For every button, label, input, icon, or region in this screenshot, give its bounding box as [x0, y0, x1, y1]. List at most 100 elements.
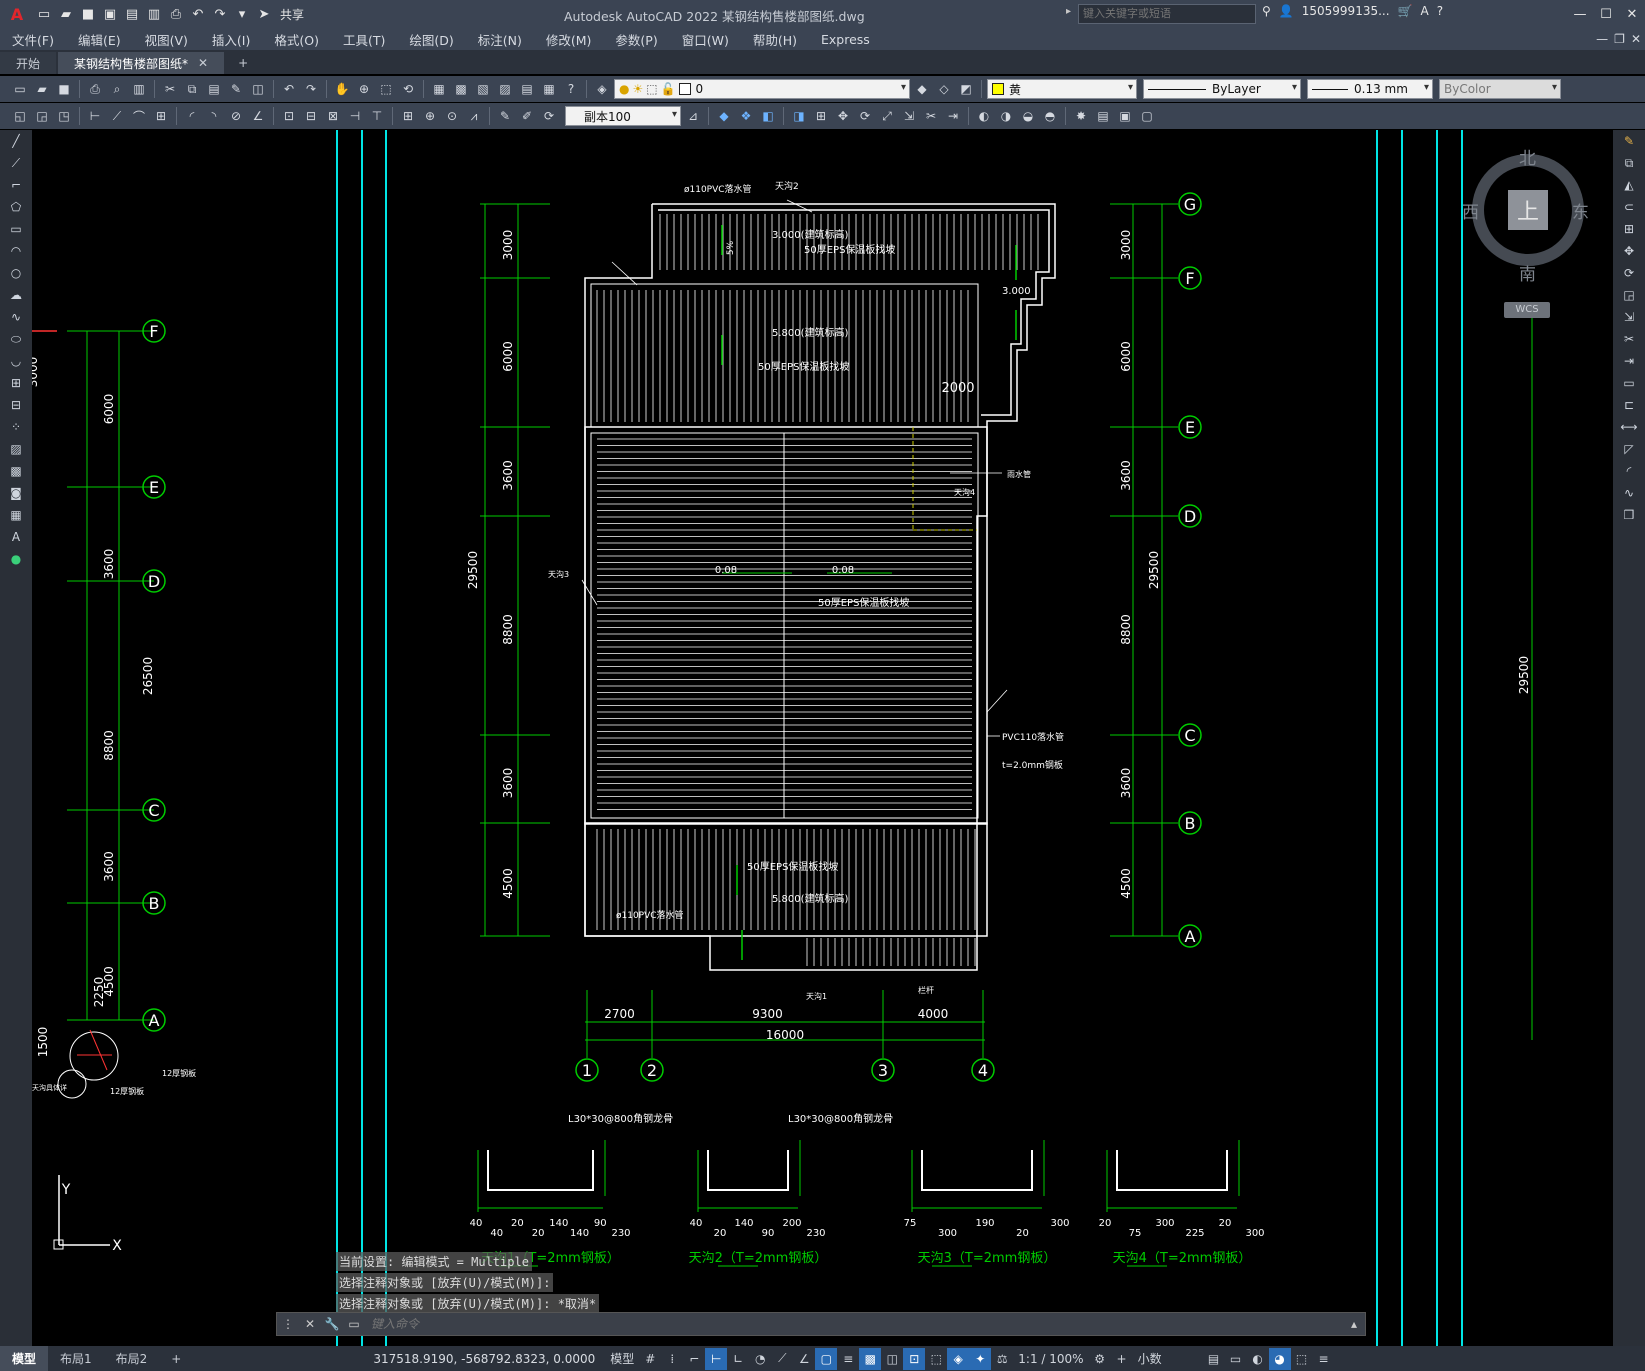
chevron-up-icon[interactable]: ▴ — [1343, 1313, 1365, 1335]
baseline-dim-icon[interactable]: ⊟ — [301, 106, 321, 126]
user-icon[interactable]: 👤 — [1279, 4, 1294, 18]
quick-dim-icon[interactable]: ⊡ — [279, 106, 299, 126]
new-icon[interactable]: ▭ — [10, 79, 30, 99]
chamfer-icon[interactable]: ◒ — [1018, 106, 1038, 126]
construction-line-icon[interactable]: ⟋ — [0, 152, 32, 174]
north-label[interactable]: 北 — [1519, 144, 1536, 169]
user-name[interactable]: 1505999135... — [1302, 4, 1390, 18]
explode-icon[interactable]: ❒ — [1613, 504, 1645, 526]
help-icon[interactable]: ? — [561, 79, 581, 99]
linetype-dropdown[interactable]: ByLayer ▾ — [1143, 79, 1301, 99]
make-current-layer-icon[interactable]: ◆ — [912, 79, 932, 99]
polygon-icon[interactable]: ⬠ — [0, 196, 32, 218]
coordinate-readout[interactable]: 317518.9190, -568792.8323, 0.0000 — [373, 1352, 595, 1366]
snap-icon[interactable]: ⁞ — [661, 1348, 683, 1370]
revision-cloud-icon[interactable]: ☁ — [0, 284, 32, 306]
autocad-logo[interactable]: A — [0, 0, 34, 28]
autodesk-app-icon[interactable]: A — [1421, 4, 1429, 18]
make-block-icon[interactable]: ⊟ — [0, 394, 32, 416]
customize-icon[interactable]: 🔧 — [321, 1313, 343, 1335]
add-layout-icon[interactable]: + — [159, 1346, 193, 1371]
diameter-dim-icon[interactable]: ⊘ — [226, 106, 246, 126]
drawing-canvas[interactable]: F E D C B A 6000 3600 8800 3600 4500 26500 2250 1500 3… — [32, 130, 1613, 1346]
sheet-set-icon[interactable]: ▨ — [495, 79, 515, 99]
array-icon[interactable]: ⊞ — [811, 106, 831, 126]
menu-item[interactable]: 视图(V) — [133, 30, 200, 49]
jogged-dim-icon[interactable]: ◝ — [204, 106, 224, 126]
copy-icon[interactable]: ⧉ — [1613, 152, 1645, 174]
ellipse-icon[interactable]: ⬭ — [0, 328, 32, 350]
close-icon[interactable]: ✕ — [1619, 0, 1645, 28]
move-icon[interactable]: ✥ — [833, 106, 853, 126]
infer-constraints-icon[interactable]: ⌐ — [683, 1348, 705, 1370]
dim-style-icon[interactable]: ⊿ — [683, 106, 703, 126]
model-space-toggle[interactable]: 模型 — [605, 1350, 639, 1367]
annotation-scale[interactable]: 1:1 / 100% — [1013, 1352, 1088, 1366]
aligned-dim-icon[interactable]: ⟋ — [107, 106, 127, 126]
spline-icon[interactable]: ∿ — [0, 306, 32, 328]
extend-icon[interactable]: ⇥ — [943, 106, 963, 126]
doc-minimize-icon[interactable]: — — [1596, 32, 1608, 46]
arc-length-icon[interactable]: ⌒ — [129, 106, 149, 126]
dim-break-icon[interactable]: ⊤ — [367, 106, 387, 126]
ordinate-dim-icon[interactable]: ⊞ — [151, 106, 171, 126]
print-icon[interactable]: ⎙ — [166, 4, 186, 24]
rectangle-icon[interactable]: ▭ — [0, 218, 32, 240]
tab-layout1[interactable]: 布局1 — [48, 1346, 104, 1371]
markup-icon[interactable]: ▤ — [517, 79, 537, 99]
pan-icon[interactable]: ✋ — [332, 79, 352, 99]
tab-model[interactable]: 模型 — [0, 1346, 49, 1371]
offset-icon[interactable]: ◨ — [789, 106, 809, 126]
erase-icon[interactable]: ◆ — [714, 106, 734, 126]
paste-icon[interactable]: ▤ — [204, 79, 224, 99]
layer-icon[interactable]: ◲ — [32, 106, 52, 126]
line-icon[interactable]: ╱ — [0, 130, 32, 152]
workspace-gear-icon[interactable]: ⚙ — [1089, 1348, 1111, 1370]
insert-block-icon[interactable]: ⊞ — [0, 372, 32, 394]
layer-state-icon[interactable]: ◩ — [956, 79, 976, 99]
rotate-icon[interactable]: ⟳ — [855, 106, 875, 126]
match-properties-icon[interactable]: ✎ — [226, 79, 246, 99]
move-icon[interactable]: ✥ — [1613, 240, 1645, 262]
multiline-text-icon[interactable]: A — [0, 526, 32, 548]
object-snap-tracking-icon[interactable]: ∠ — [793, 1348, 815, 1370]
chamfer-icon[interactable]: ◸ — [1613, 438, 1645, 460]
viewcube[interactable]: 上 北 南 东 西 WCS — [1462, 144, 1589, 326]
plotstyle-dropdown[interactable]: ByColor ▾ — [1439, 79, 1561, 99]
explode-icon[interactable]: ✸ — [1071, 106, 1091, 126]
menu-item[interactable]: 格式(O) — [262, 30, 331, 49]
calculator-icon[interactable]: ▦ — [539, 79, 559, 99]
trim-icon[interactable]: ✂ — [921, 106, 941, 126]
join-icon[interactable]: ⟷ — [1613, 416, 1645, 438]
recent-commands-icon[interactable]: ▭ — [343, 1313, 365, 1335]
open-file-icon[interactable]: ▰ — [56, 4, 76, 24]
copy-object-icon[interactable]: ❖ — [736, 106, 756, 126]
ungroup-icon[interactable]: ▢ — [1137, 106, 1157, 126]
region-icon[interactable]: ◙ — [0, 482, 32, 504]
share-icon[interactable]: ➤ — [254, 4, 274, 24]
south-label[interactable]: 南 — [1519, 260, 1536, 285]
radius-dim-icon[interactable]: ◜ — [182, 106, 202, 126]
open-icon[interactable]: ▰ — [32, 79, 52, 99]
customize-dropdown-icon[interactable]: ▾ — [232, 4, 252, 24]
stretch-icon[interactable]: ⇲ — [899, 106, 919, 126]
break-icon[interactable]: ⊏ — [1613, 394, 1645, 416]
3d-osnap-icon[interactable]: ⊡ — [903, 1347, 926, 1370]
new-tab-icon[interactable]: + — [226, 52, 260, 74]
trim-icon[interactable]: ✂ — [1613, 328, 1645, 350]
dynamic-ucs-icon[interactable]: ⬚ — [925, 1348, 947, 1370]
menu-item[interactable]: 绘图(D) — [397, 30, 465, 49]
draworder-icon[interactable]: ▤ — [1093, 106, 1113, 126]
layer-previous-icon[interactable]: ◇ — [934, 79, 954, 99]
menu-item[interactable]: 工具(T) — [331, 30, 397, 49]
grip-icon[interactable]: ⋮ — [277, 1313, 299, 1335]
mirror-icon[interactable]: ◧ — [758, 106, 778, 126]
fillet-icon[interactable]: ◜ — [1613, 460, 1645, 482]
group-icon[interactable]: ▣ — [1115, 106, 1135, 126]
angular-dim-icon[interactable]: ∠ — [248, 106, 268, 126]
break-at-point-icon[interactable]: ▭ — [1613, 372, 1645, 394]
help-search-input[interactable] — [1078, 4, 1256, 24]
continue-dim-icon[interactable]: ⊠ — [323, 106, 343, 126]
annotation-visibility-icon[interactable]: ⚖ — [991, 1348, 1013, 1370]
properties-icon[interactable]: ▦ — [429, 79, 449, 99]
